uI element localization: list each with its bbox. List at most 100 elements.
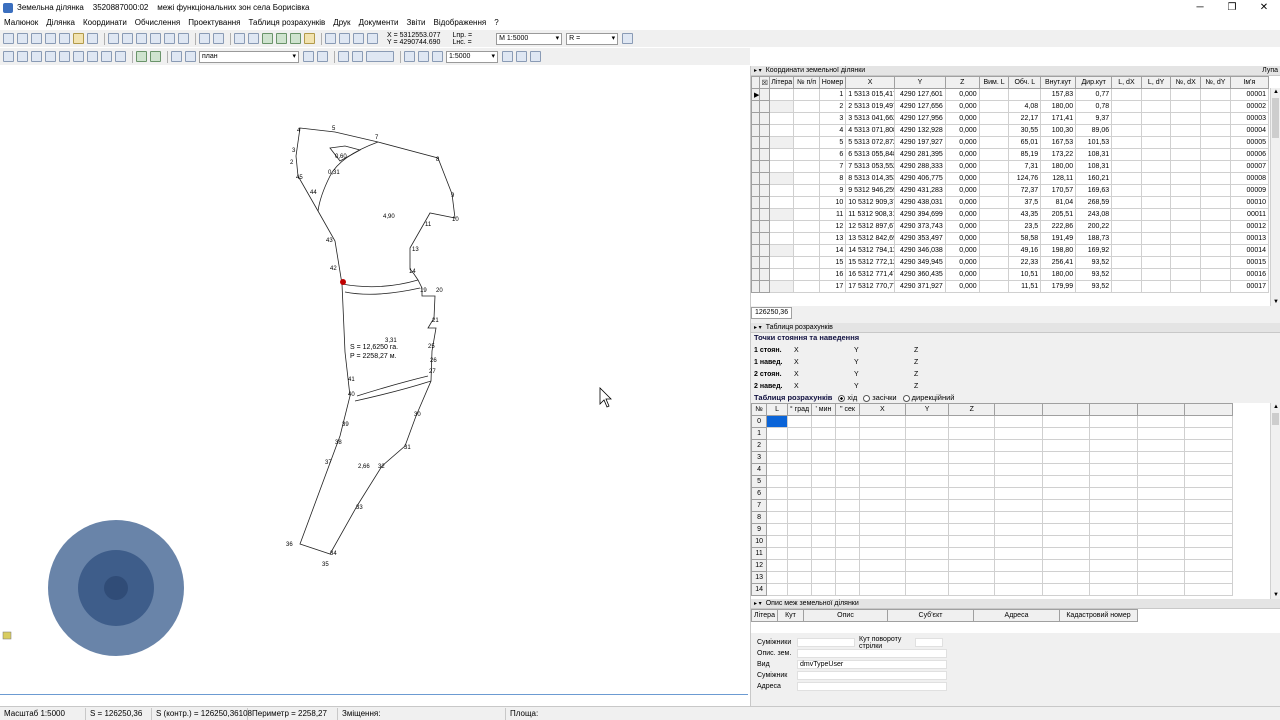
table-cell[interactable]: 169,92 (1075, 244, 1113, 257)
table-cell[interactable] (1137, 451, 1185, 464)
table-cell[interactable]: 93,52 (1075, 256, 1113, 269)
table-cell[interactable] (786, 487, 812, 500)
table-cell[interactable] (786, 427, 812, 440)
magnifier-label[interactable]: Лупа (1262, 67, 1278, 74)
row-check[interactable] (759, 256, 770, 269)
layers-icon[interactable] (122, 33, 133, 44)
table-cell[interactable] (1111, 136, 1142, 149)
table-cell[interactable] (1200, 88, 1231, 101)
table-cell[interactable] (768, 160, 795, 173)
table-cell[interactable] (793, 160, 820, 173)
row-indicator[interactable] (750, 136, 761, 149)
menu-item-0[interactable]: Малюнок (0, 18, 42, 27)
table-cell[interactable] (1089, 547, 1139, 560)
table-cell[interactable] (904, 559, 950, 572)
table-cell[interactable]: 0,000 (944, 208, 980, 221)
table-cell[interactable] (1042, 463, 1091, 476)
row-indicator[interactable] (750, 232, 761, 245)
table-cell[interactable] (904, 499, 950, 512)
table-cell[interactable] (1140, 124, 1172, 137)
table-cell[interactable] (793, 268, 820, 281)
desc-table[interactable]: Літера Кут Опис Суб'єкт Адреса Кадастровий но… (751, 609, 1138, 622)
drawing-canvas[interactable]: 4 5 7 8 9 10 11 13 14 19 20 21 25 26 27 … (0, 66, 748, 706)
table-cell[interactable] (994, 523, 1044, 536)
table-cell[interactable] (1170, 196, 1202, 209)
row-check[interactable] (759, 124, 770, 137)
table-cell[interactable]: 4290 288,333 (893, 160, 946, 173)
table-cell[interactable] (793, 184, 820, 197)
table-cell[interactable] (1200, 256, 1231, 269)
table-cell[interactable]: 00003 (1229, 112, 1270, 125)
table-cell[interactable] (948, 463, 996, 476)
table-cell[interactable] (1137, 511, 1185, 524)
table-cell[interactable]: 180,00 (1040, 268, 1077, 281)
table-cell[interactable] (1008, 88, 1042, 101)
table-cell[interactable] (1140, 268, 1172, 281)
row-check[interactable] (759, 208, 770, 221)
table-cell[interactable] (978, 268, 1010, 281)
table-cell[interactable] (834, 463, 860, 476)
table-cell[interactable]: 81,04 (1040, 196, 1077, 209)
row-check[interactable] (759, 268, 770, 281)
table-cell[interactable]: 0,000 (944, 124, 980, 137)
table-cell[interactable]: 4290 281,395 (893, 148, 946, 161)
table-cell[interactable]: 00008 (1229, 172, 1270, 185)
table-row[interactable]: ▶ 1 1 5313 015,417 4290 127,601 0,000 157,83 0… (750, 88, 1270, 101)
table-cell[interactable] (793, 256, 820, 269)
table-row[interactable]: 66 5313 055,848 4290 281,395 0,000 85,19 173… (750, 148, 1270, 161)
table-cell[interactable] (1200, 160, 1231, 173)
table-cell[interactable] (1140, 100, 1172, 113)
menu-item-7[interactable]: Документи (355, 18, 403, 27)
table-cell[interactable] (1170, 232, 1202, 245)
play-icon[interactable] (45, 33, 56, 44)
line-icon[interactable] (59, 51, 70, 62)
menu-item-5[interactable]: Таблиця розрахунків (244, 18, 329, 27)
table-cell[interactable] (834, 523, 860, 536)
area-tab[interactable]: 126250,36 (751, 307, 793, 319)
table-cell[interactable]: 11 (818, 208, 847, 221)
table-cell[interactable] (1042, 511, 1091, 524)
table-cell[interactable]: 14 5312 794,111 (845, 244, 895, 257)
row-indicator[interactable] (750, 148, 761, 161)
table-cell[interactable] (766, 415, 788, 428)
table-cell[interactable]: 0,000 (944, 112, 980, 125)
table-cell[interactable]: 198,80 (1040, 244, 1077, 257)
row-check[interactable] (759, 220, 770, 233)
table-cell[interactable] (1089, 463, 1139, 476)
row-indicator[interactable] (750, 184, 761, 197)
table-cell[interactable] (768, 100, 795, 113)
table-cell[interactable] (834, 559, 860, 572)
table-cell[interactable] (1200, 196, 1231, 209)
table-cell[interactable] (858, 547, 906, 560)
table-cell[interactable] (1140, 232, 1172, 245)
rotate-left-icon[interactable] (199, 33, 210, 44)
table-cell[interactable] (1170, 208, 1202, 221)
book-icon[interactable] (353, 33, 364, 44)
arrow-icon[interactable] (185, 51, 196, 62)
table-cell[interactable] (793, 196, 820, 209)
selected-point-marker[interactable] (340, 279, 346, 285)
table-row[interactable]: 1313 5312 842,6994290 353,4970,00058,581… (750, 232, 1270, 245)
frame2-icon[interactable] (248, 33, 259, 44)
table-cell[interactable] (948, 499, 996, 512)
table-cell[interactable]: 188,73 (1075, 232, 1113, 245)
close-button[interactable]: ✕ (1248, 0, 1280, 15)
table-cell[interactable] (1200, 208, 1231, 221)
table-cell[interactable]: 72,37 (1008, 184, 1042, 197)
table-cell[interactable] (858, 535, 906, 548)
table-cell[interactable]: 179,99 (1040, 280, 1077, 293)
table-cell[interactable] (766, 499, 788, 512)
scroll-down-icon[interactable]: ▼ (1271, 591, 1280, 599)
table-cell[interactable] (1089, 439, 1139, 452)
table-cell[interactable]: 6 5313 055,848 (845, 148, 895, 161)
table-cell[interactable] (1111, 196, 1142, 209)
table-cell[interactable] (904, 463, 950, 476)
table-row[interactable]: 1111 5312 908,3114290 394,6990,00043,352… (750, 208, 1270, 221)
table-cell[interactable] (904, 487, 950, 500)
table-cell[interactable] (1042, 487, 1091, 500)
table-cell[interactable] (1111, 184, 1142, 197)
table-cell[interactable]: 157,83 (1040, 88, 1077, 101)
table-cell[interactable] (994, 439, 1044, 452)
coords-table[interactable]: ☒ Літера № п/п Номер X Y Z Вим. L Обч. L Внут.ку… (750, 76, 1270, 293)
table-cell[interactable] (786, 463, 812, 476)
